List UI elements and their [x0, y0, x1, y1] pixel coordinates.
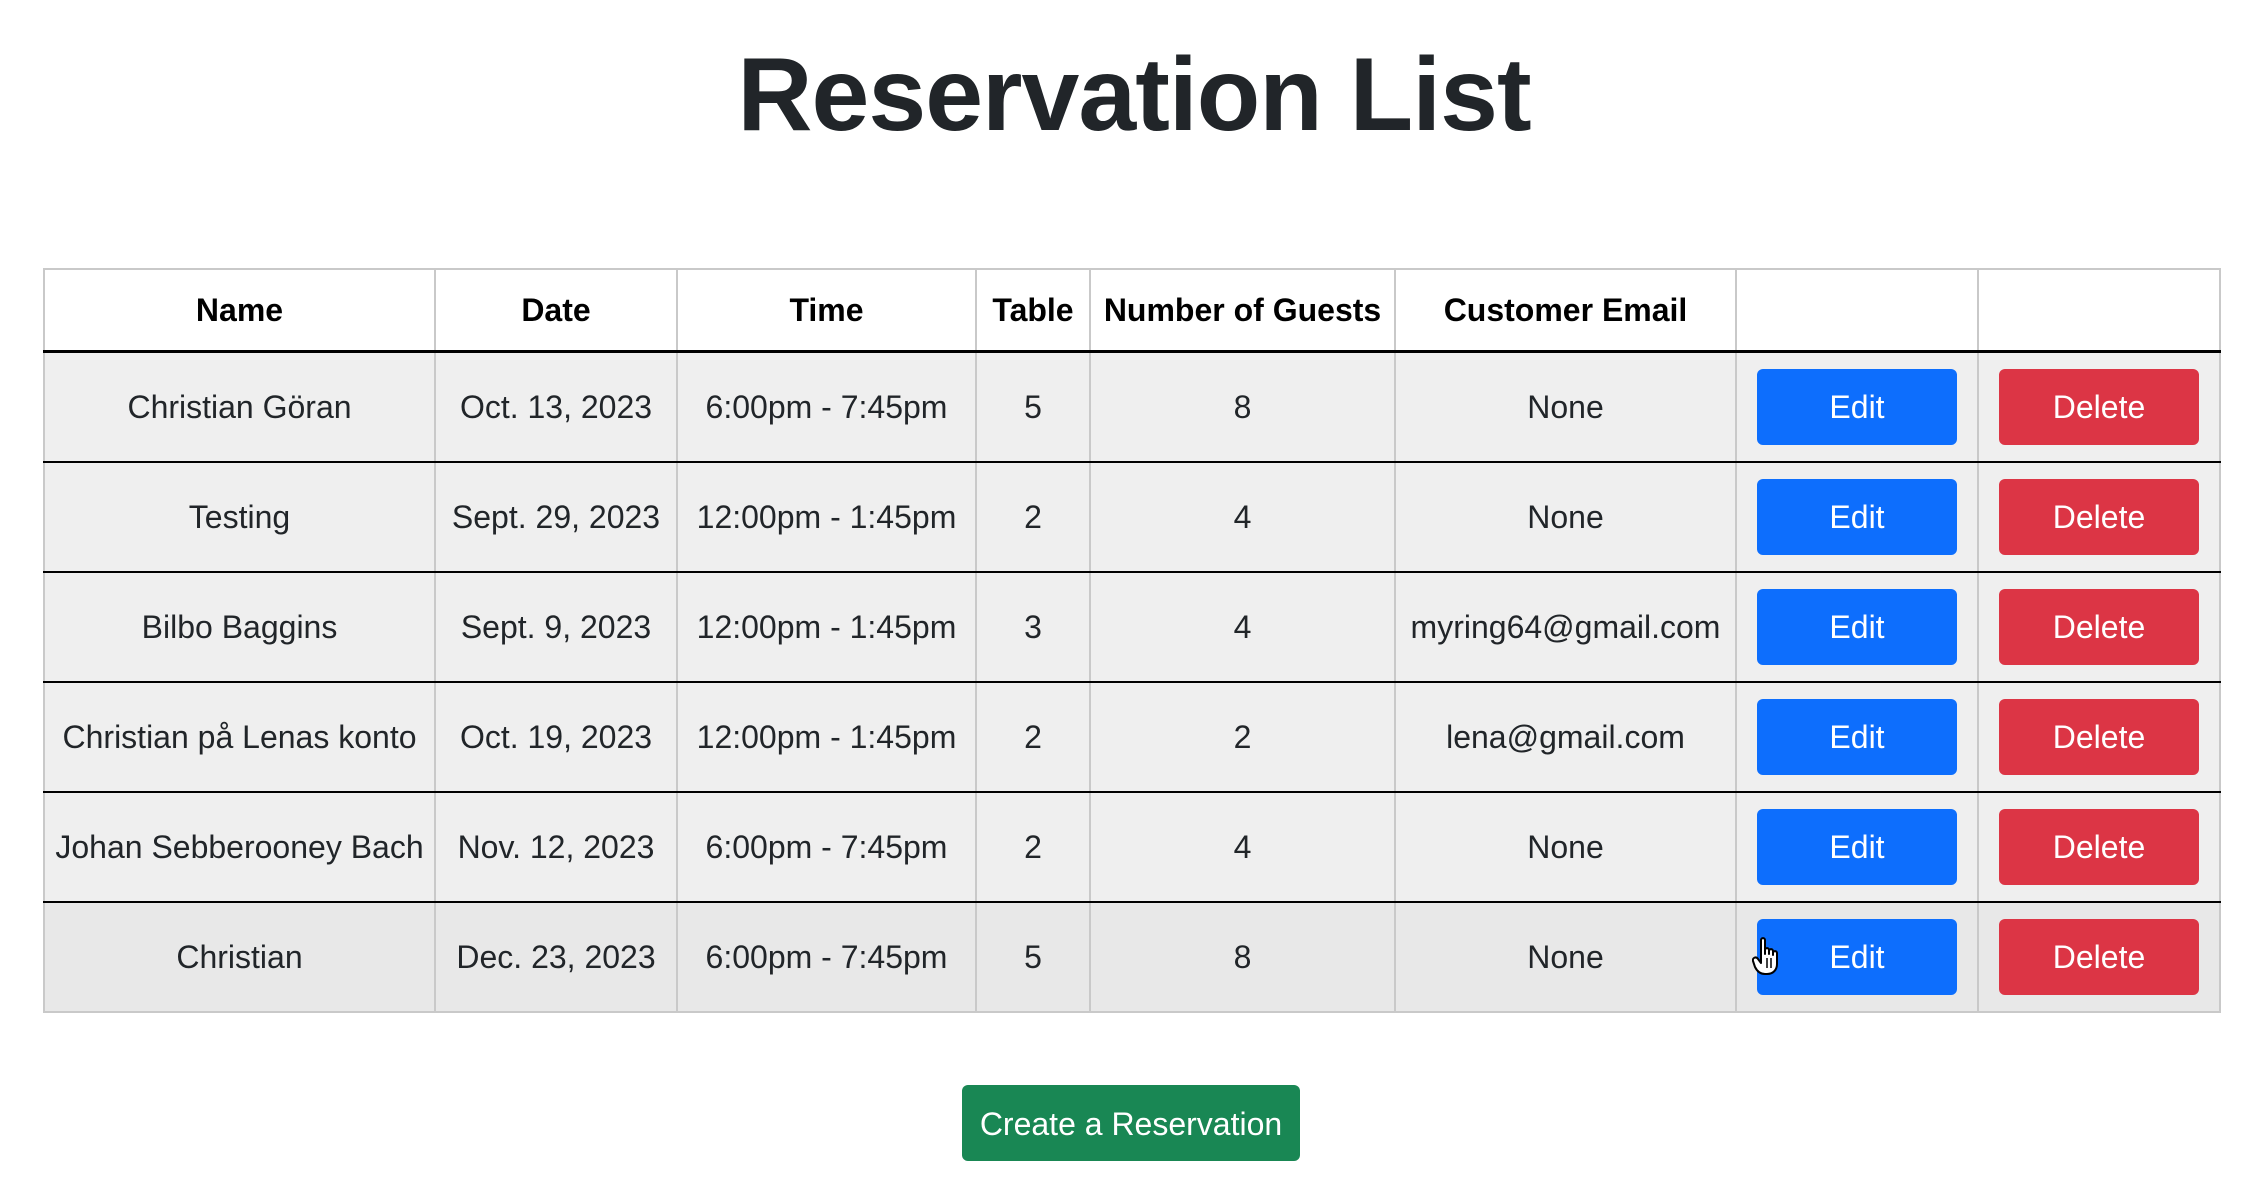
cell-time: 12:00pm - 1:45pm [676, 681, 977, 793]
cell-date: Dec. 23, 2023 [434, 901, 678, 1013]
cell-table: 5 [975, 901, 1091, 1013]
cell-edit: Edit [1735, 350, 1979, 463]
cell-guests: 8 [1089, 901, 1396, 1013]
cell-name: Christian Göran [43, 350, 436, 463]
cell-email: lena@gmail.com [1394, 681, 1737, 793]
create-reservation-button[interactable]: Create a Reservation [962, 1085, 1300, 1161]
delete-button[interactable]: Delete [1999, 809, 2199, 885]
header-date: Date [434, 268, 678, 353]
cell-delete: Delete [1977, 791, 2221, 903]
cell-guests: 8 [1089, 350, 1396, 463]
cell-time: 6:00pm - 7:45pm [676, 901, 977, 1013]
delete-button[interactable]: Delete [1999, 919, 2199, 995]
edit-button[interactable]: Edit [1757, 479, 1957, 555]
cell-edit: Edit [1735, 791, 1979, 903]
cell-edit: Edit [1735, 901, 1979, 1013]
cell-time: 12:00pm - 1:45pm [676, 571, 977, 683]
cell-delete: Delete [1977, 461, 2221, 573]
cell-email: None [1394, 791, 1737, 903]
header-edit [1735, 268, 1979, 353]
header-email: Customer Email [1394, 268, 1737, 353]
header-time: Time [676, 268, 977, 353]
cell-guests: 2 [1089, 681, 1396, 793]
cell-email: myring64@gmail.com [1394, 571, 1737, 683]
edit-button[interactable]: Edit [1757, 589, 1957, 665]
reservation-table: Name Date Time Table Number of Guests Cu… [43, 268, 2221, 1013]
edit-button[interactable]: Edit [1757, 369, 1957, 445]
cell-delete: Delete [1977, 571, 2221, 683]
cell-guests: 4 [1089, 571, 1396, 683]
cell-edit: Edit [1735, 461, 1979, 573]
cell-date: Sept. 9, 2023 [434, 571, 678, 683]
table-row: Christian Göran Oct. 13, 2023 6:00pm - 7… [43, 350, 2221, 463]
table-row: Bilbo Baggins Sept. 9, 2023 12:00pm - 1:… [43, 571, 2221, 683]
edit-button[interactable]: Edit [1757, 919, 1957, 995]
table-header-row: Name Date Time Table Number of Guests Cu… [43, 268, 2221, 353]
cell-table: 2 [975, 791, 1091, 903]
cell-delete: Delete [1977, 681, 2221, 793]
cell-delete: Delete [1977, 350, 2221, 463]
table-row: Testing Sept. 29, 2023 12:00pm - 1:45pm … [43, 461, 2221, 573]
delete-button[interactable]: Delete [1999, 369, 2199, 445]
cell-name: Bilbo Baggins [43, 571, 436, 683]
cell-time: 12:00pm - 1:45pm [676, 461, 977, 573]
cell-date: Nov. 12, 2023 [434, 791, 678, 903]
cell-email: None [1394, 901, 1737, 1013]
cell-table: 3 [975, 571, 1091, 683]
cell-email: None [1394, 350, 1737, 463]
table-row: Christian på Lenas konto Oct. 19, 2023 1… [43, 681, 2221, 793]
cell-time: 6:00pm - 7:45pm [676, 350, 977, 463]
cell-name: Testing [43, 461, 436, 573]
cell-table: 2 [975, 461, 1091, 573]
cell-guests: 4 [1089, 791, 1396, 903]
cell-time: 6:00pm - 7:45pm [676, 791, 977, 903]
cell-email: None [1394, 461, 1737, 573]
table-row: Johan Sebberooney Bach Nov. 12, 2023 6:0… [43, 791, 2221, 903]
cell-edit: Edit [1735, 681, 1979, 793]
cell-name: Christian på Lenas konto [43, 681, 436, 793]
cell-edit: Edit [1735, 571, 1979, 683]
cell-date: Oct. 19, 2023 [434, 681, 678, 793]
cell-guests: 4 [1089, 461, 1396, 573]
delete-button[interactable]: Delete [1999, 699, 2199, 775]
table-row: Christian Dec. 23, 2023 6:00pm - 7:45pm … [43, 901, 2221, 1013]
header-guests: Number of Guests [1089, 268, 1396, 353]
delete-button[interactable]: Delete [1999, 589, 2199, 665]
cell-table: 2 [975, 681, 1091, 793]
edit-button[interactable]: Edit [1757, 699, 1957, 775]
cell-name: Christian [43, 901, 436, 1013]
cell-date: Oct. 13, 2023 [434, 350, 678, 463]
cell-name: Johan Sebberooney Bach [43, 791, 436, 903]
cell-date: Sept. 29, 2023 [434, 461, 678, 573]
header-delete [1977, 268, 2221, 353]
cell-delete: Delete [1977, 901, 2221, 1013]
delete-button[interactable]: Delete [1999, 479, 2199, 555]
header-table: Table [975, 268, 1091, 353]
edit-button[interactable]: Edit [1757, 809, 1957, 885]
cell-table: 5 [975, 350, 1091, 463]
page: Reservation List Name Date Time Table Nu… [0, 0, 2268, 1198]
header-name: Name [43, 268, 436, 353]
page-title: Reservation List [737, 37, 1531, 153]
